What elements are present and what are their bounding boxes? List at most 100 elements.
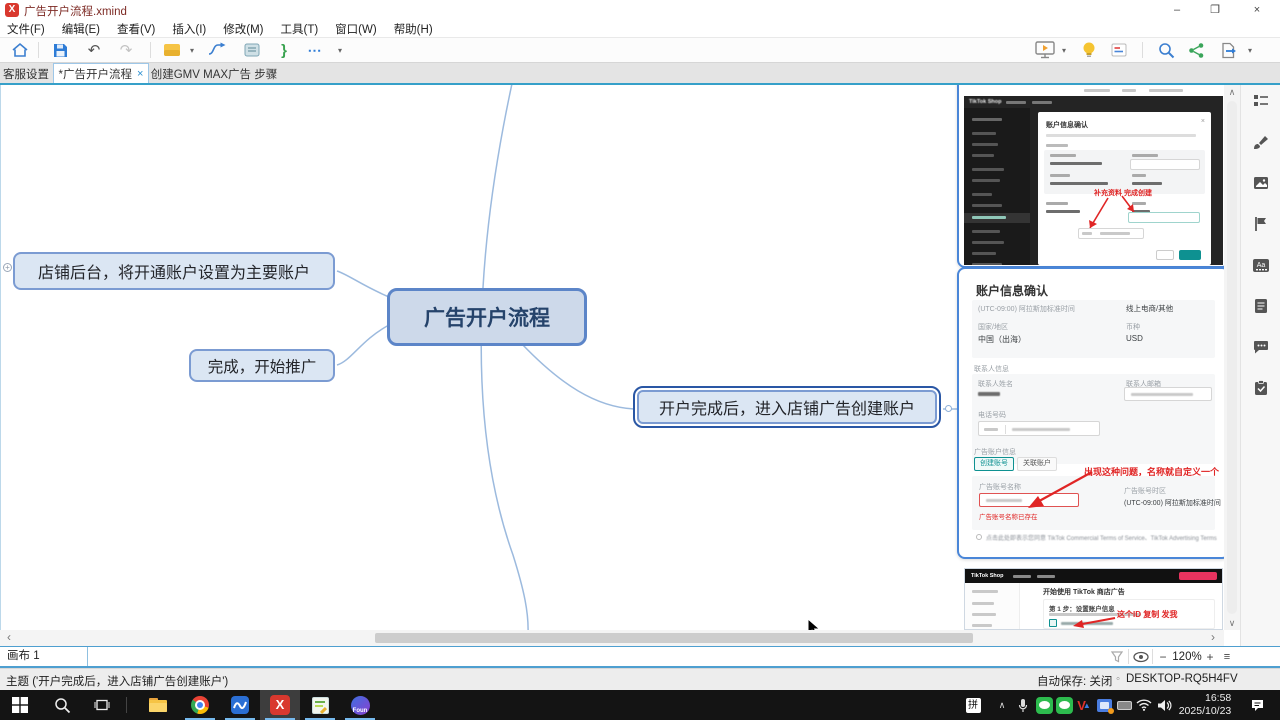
more-tools-button[interactable]: ⋯ [302,38,328,62]
task-clipboard-icon[interactable] [1253,380,1269,396]
status-bar: 主题 ('开户完成后，进入店铺广告创建账户') 自动保存: 关闭 ◦ DESKT… [0,668,1280,690]
expand-collapse-icon[interactable]: + [3,263,12,272]
zoom-out-button[interactable]: − [1155,647,1171,666]
tab-guanggao-kaihu[interactable]: *广告开户流程 × [53,63,149,84]
clock[interactable]: 16:58 2025/10/23 [1176,690,1234,720]
taskbar-search-icon[interactable] [42,690,82,720]
volume-icon[interactable] [1154,690,1174,720]
presentation-caret-icon[interactable]: ▾ [1058,38,1070,62]
microphone-icon[interactable] [1014,690,1032,720]
presentation-button[interactable] [1032,38,1058,62]
topic-store-backend[interactable]: 店铺后台，将开通账户设置为主要账户 [13,252,335,290]
search-button[interactable] [1154,38,1178,62]
task-view-icon[interactable] [82,690,122,720]
note-button[interactable] [1108,38,1130,62]
sticker-caret-icon[interactable]: ▾ [186,38,198,62]
cancel-button[interactable] [1156,250,1174,260]
red-v-app-icon[interactable]: V▲ [1074,690,1094,720]
ime-indicator[interactable]: 拼 [962,690,984,720]
tab-gmv-max[interactable]: 创建GMV MAX广告 步骤 [150,64,278,84]
scroll-left-icon[interactable]: ‹ [2,630,16,646]
screenshot-account-info-form[interactable]: 账户信息确认 (UTC-09:00) 阿拉斯加标准时间 线上电商/其他 国家/地… [964,274,1223,554]
topic-button[interactable] [240,38,264,62]
menu-help[interactable]: 帮助(H) [394,21,433,37]
toolbar-caret-icon[interactable]: ▾ [334,38,346,62]
undo-button[interactable]: ↶ [82,38,106,62]
red-arrow [964,274,1223,554]
start-button[interactable] [0,690,40,720]
notes-icon[interactable] [1253,298,1269,314]
vertical-scrollbar[interactable]: ∧ ∨ [1224,85,1240,630]
scroll-up-icon[interactable]: ∧ [1224,85,1240,99]
tab-kefu-shezhi[interactable]: 客服设置 [0,64,52,84]
outline-icon[interactable] [1253,93,1269,109]
summary-button[interactable]: } [274,38,294,62]
format-brush-icon[interactable] [1253,134,1269,150]
wifi-icon[interactable] [1134,690,1154,720]
wechat-icon-2[interactable] [1054,690,1074,720]
screenshot-tiktok-confirm-modal[interactable]: TikTok Shop [964,85,1223,265]
filter-icon[interactable] [1108,647,1126,666]
fit-menu-icon[interactable]: ≡ [1219,647,1235,666]
menu-window[interactable]: 窗口(W) [335,21,377,37]
save-button[interactable] [48,38,72,62]
central-topic[interactable]: 广告开户流程 [387,288,587,346]
restore-button[interactable]: ❐ [1198,0,1232,20]
menu-modify[interactable]: 修改(M) [223,21,263,37]
export-button[interactable] [1216,38,1240,62]
tab-close-icon[interactable]: × [137,68,143,80]
chrome-icon[interactable] [180,690,220,720]
menu-view[interactable]: 查看(V) [117,21,155,37]
menu-edit[interactable]: 编辑(E) [62,21,100,37]
comment-icon[interactable] [1253,339,1269,355]
email-input[interactable] [1128,212,1200,223]
toolbar: ↶ ↷ ▾ } ⋯ ▾ ▾ [0,38,1280,62]
sticker-button[interactable] [160,38,184,62]
horizontal-scrollbar[interactable]: ‹ › [0,630,1224,646]
close-button[interactable]: × [1240,0,1274,20]
image-icon[interactable] [1253,175,1269,191]
home-button[interactable] [8,38,32,62]
export-caret-icon[interactable]: ▾ [1244,38,1256,62]
hscroll-thumb[interactable] [375,633,973,643]
terms-checkbox[interactable] [976,534,982,540]
topic-open-account[interactable]: 开户完成后，进入店铺广告创建账户 [637,390,937,424]
vscroll-thumb[interactable] [1227,101,1237,614]
red-arrows [1038,112,1211,265]
redo-button[interactable]: ↷ [114,38,138,62]
file-explorer-icon[interactable] [138,690,178,720]
red-arrow [965,569,1223,630]
sheet-tab-canvas1[interactable]: 画布 1 [0,647,88,666]
foun-app-icon[interactable]: Foun [340,690,380,720]
scroll-down-icon[interactable]: ∨ [1224,616,1240,630]
label-aa-icon[interactable]: Aa [1253,257,1269,273]
notes-app-icon[interactable] [300,690,340,720]
menu-bar: 文件(F) 编辑(E) 查看(V) 插入(I) 修改(M) 工具(T) 窗口(W… [0,20,1280,38]
zoom-level[interactable]: 120% [1171,647,1203,666]
menu-file[interactable]: 文件(F) [7,21,45,37]
menu-insert[interactable]: 插入(I) [172,21,206,37]
pitch-eye-icon[interactable] [1131,647,1151,666]
mindmap-canvas[interactable]: + 店铺后台，将开通账户设置为主要账户 完成，开始推广 广告开户流程 开户完成后… [0,85,1240,630]
xmind-taskbar-icon[interactable]: X [260,690,300,720]
device-tray-icon[interactable] [1114,690,1134,720]
action-center-icon[interactable] [1244,690,1270,720]
topic-done-promote[interactable]: 完成，开始推广 [189,349,335,382]
relationship-button[interactable] [204,38,230,62]
topic-open-account-selected[interactable]: 开户完成后，进入店铺广告创建账户 [633,386,941,428]
right-panel-strip: Aa [1240,85,1280,646]
confirm-button[interactable] [1179,250,1201,260]
scroll-right-icon[interactable]: › [1206,630,1220,646]
marker-flag-icon[interactable] [1253,216,1269,232]
menu-tools[interactable]: 工具(T) [280,21,318,37]
share-button[interactable] [1184,38,1208,62]
minimize-button[interactable]: – [1160,0,1194,20]
screenshot-tiktok-start-ads[interactable]: TikTok Shop 开始使用 TikTok 商店广告 第 1 步：设置账户信… [964,568,1223,630]
blue-app-icon[interactable] [220,690,260,720]
topic-connector-dot [945,405,952,412]
tray-expand-icon[interactable]: ∧ [992,690,1012,720]
zoom-in-button[interactable]: + [1203,647,1217,666]
lightbulb-button[interactable] [1078,38,1100,62]
tray-card-app-icon[interactable] [1094,690,1114,720]
wechat-icon[interactable] [1034,690,1054,720]
